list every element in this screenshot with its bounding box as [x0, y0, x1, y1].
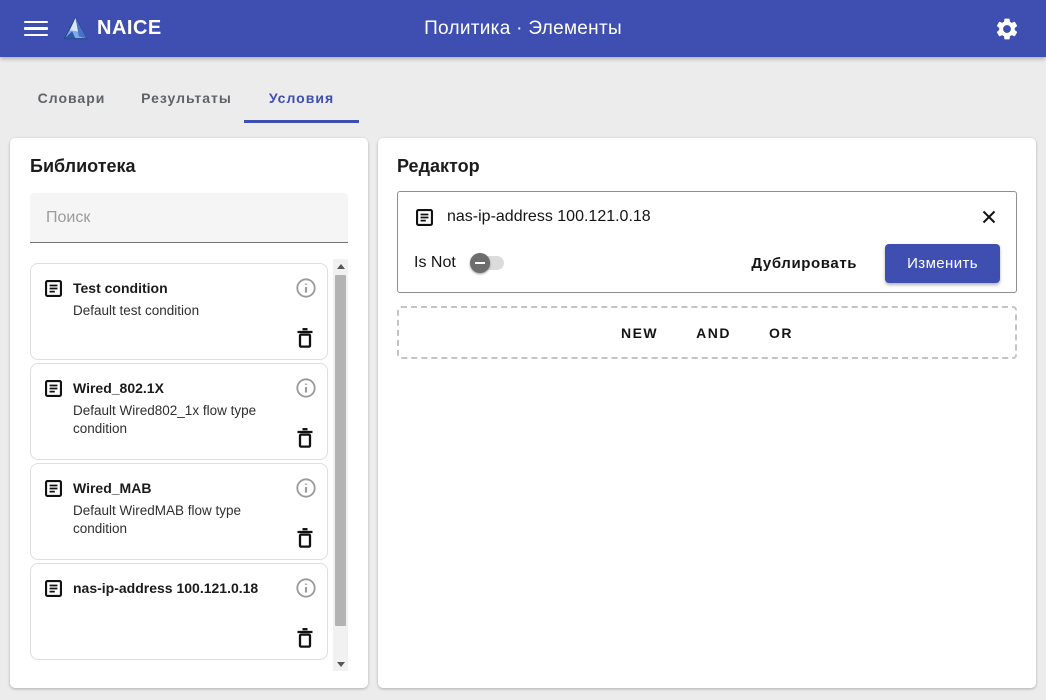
is-not-toggle[interactable] — [470, 253, 504, 273]
document-icon — [43, 378, 64, 399]
library-title: Библиотека — [30, 156, 348, 177]
list-scrollbar[interactable] — [333, 259, 348, 671]
info-icon[interactable] — [295, 277, 317, 299]
scrollbar-thumb[interactable] — [335, 275, 346, 626]
info-icon[interactable] — [295, 577, 317, 599]
trash-icon[interactable] — [293, 326, 317, 350]
close-icon[interactable] — [978, 206, 1000, 228]
condition-list-wrap: Test condition Default test condition — [30, 259, 348, 671]
scroll-up-arrow[interactable] — [333, 259, 348, 274]
tab-dictionaries[interactable]: Словари — [14, 75, 129, 123]
condition-editor-card: nas-ip-address 100.121.0.18 Is Not Дубли… — [397, 191, 1017, 293]
app-bar: NAICE Политика · Элементы — [0, 0, 1046, 57]
naice-logo-icon — [62, 15, 89, 42]
condition-title: Test condition — [73, 278, 168, 299]
info-icon[interactable] — [295, 377, 317, 399]
search-field[interactable] — [30, 193, 348, 243]
tab-bar: Словари Результаты Условия — [14, 75, 1046, 123]
document-icon — [414, 207, 435, 228]
duplicate-button[interactable]: Дублировать — [737, 245, 871, 282]
tab-results[interactable]: Результаты — [129, 75, 244, 123]
or-button[interactable]: OR — [757, 317, 805, 349]
list-item-wired-8021x[interactable]: Wired_802.1X Default Wired802_1x flow ty… — [30, 363, 328, 460]
library-panel: Библиотека Test condition — [10, 138, 368, 688]
condition-subtitle: Default test condition — [73, 302, 287, 320]
brand-name: NAICE — [97, 17, 162, 40]
editor-title: Редактор — [397, 156, 1017, 177]
list-item-wired-mab[interactable]: Wired_MAB Default WiredMAB flow type con… — [30, 463, 328, 560]
document-icon — [43, 478, 64, 499]
condition-subtitle: Default WiredMAB flow type condition — [73, 502, 287, 537]
and-button[interactable]: AND — [684, 317, 743, 349]
editor-panel: Редактор nas-ip-address 100.121.0.18 I — [378, 138, 1036, 688]
edit-button[interactable]: Изменить — [885, 244, 1000, 283]
tab-conditions[interactable]: Условия — [244, 75, 359, 123]
brand[interactable]: NAICE — [62, 15, 162, 42]
trash-icon[interactable] — [293, 426, 317, 450]
condition-title: nas-ip-address 100.121.0.18 — [73, 578, 258, 599]
editor-condition-name: nas-ip-address 100.121.0.18 — [447, 208, 651, 226]
gear-icon[interactable] — [994, 16, 1020, 42]
new-button[interactable]: NEW — [609, 317, 670, 349]
trash-icon[interactable] — [293, 526, 317, 550]
info-icon[interactable] — [295, 477, 317, 499]
scroll-down-arrow[interactable] — [333, 656, 348, 671]
condition-title: Wired_802.1X — [73, 378, 164, 399]
search-input[interactable] — [46, 209, 332, 227]
add-condition-dropzone[interactable]: NEW AND OR — [397, 306, 1017, 359]
list-item-test-condition[interactable]: Test condition Default test condition — [30, 263, 328, 360]
list-item-nas-ip-address[interactable]: nas-ip-address 100.121.0.18 — [30, 563, 328, 660]
condition-subtitle: Default Wired802_1x flow type condition — [73, 402, 287, 437]
main-content: Библиотека Test condition — [0, 123, 1046, 688]
condition-list: Test condition Default test condition — [30, 263, 328, 665]
toggle-thumb-minus-icon — [470, 253, 490, 273]
is-not-label: Is Not — [414, 254, 456, 272]
document-icon — [43, 578, 64, 599]
menu-icon[interactable] — [24, 17, 48, 41]
document-icon — [43, 278, 64, 299]
condition-title: Wired_MAB — [73, 478, 151, 499]
trash-icon[interactable] — [293, 626, 317, 650]
